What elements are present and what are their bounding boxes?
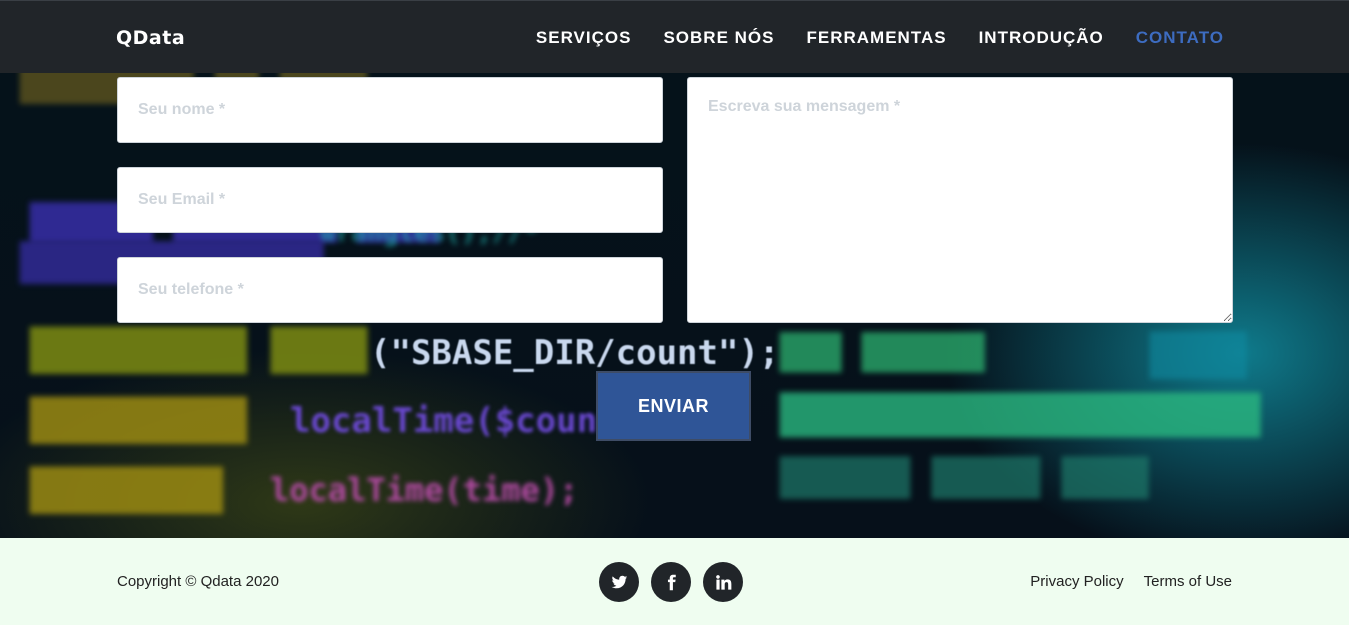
code-streak: █████████ ████	[30, 328, 368, 374]
social-links	[599, 562, 743, 602]
footer: Copyright © Qdata 2020 Privacy Policy Te…	[0, 538, 1349, 625]
phone-input[interactable]	[117, 257, 663, 323]
nav-links: SERVIÇOS SOBRE NÓS FERRAMENTAS INTRODUÇÃ…	[536, 28, 1224, 48]
facebook-button[interactable]	[651, 562, 691, 602]
code-streak: ████████	[30, 468, 223, 514]
email-input[interactable]	[117, 167, 663, 233]
linkedin-icon	[715, 574, 731, 590]
code-text: localTime(time);	[270, 471, 579, 509]
twitter-icon	[611, 575, 627, 588]
nav-item-sobre-nos[interactable]: SOBRE NÓS	[663, 28, 774, 48]
brand-logo[interactable]: QData	[116, 27, 185, 49]
nav-item-introducao[interactable]: INTRODUÇÃO	[979, 28, 1104, 48]
send-button[interactable]: ENVIAR	[596, 371, 751, 441]
nav-item-servicos[interactable]: SERVIÇOS	[536, 28, 632, 48]
facebook-icon	[667, 574, 676, 590]
message-textarea[interactable]	[687, 77, 1233, 323]
terms-of-use-link[interactable]: Terms of Use	[1144, 573, 1232, 590]
navbar: QData SERVIÇOS SOBRE NÓS FERRAMENTAS INT…	[0, 0, 1349, 73]
name-input[interactable]	[117, 77, 663, 143]
code-streak: ███ ██████	[780, 333, 985, 373]
code-streak: ██████ █████ ████	[780, 458, 1149, 499]
nav-item-contato[interactable]: CONTATO	[1136, 28, 1224, 48]
code-streak: ████	[1150, 333, 1247, 379]
code-streak: █████████████████████	[780, 393, 1261, 437]
twitter-button[interactable]	[599, 562, 639, 602]
nav-item-ferramentas[interactable]: FERRAMENTAS	[806, 28, 946, 48]
code-text: ("SBASE_DIR/count");	[370, 333, 780, 373]
copyright-text: Copyright © Qdata 2020	[117, 573, 279, 590]
privacy-policy-link[interactable]: Privacy Policy	[1030, 573, 1123, 590]
code-streak: █████████	[30, 398, 247, 444]
footer-links: Privacy Policy Terms of Use	[1030, 573, 1232, 590]
linkedin-button[interactable]	[703, 562, 743, 602]
